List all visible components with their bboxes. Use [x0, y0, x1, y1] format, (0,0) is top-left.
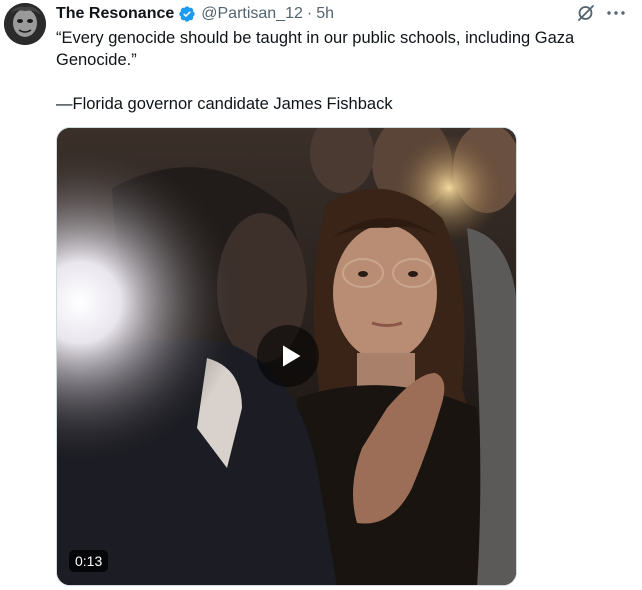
tweet-text: “Every genocide should be taught in our … [56, 27, 616, 115]
video-duration: 0:13 [69, 550, 109, 572]
more-options-icon[interactable] [605, 5, 627, 21]
play-button[interactable] [257, 325, 319, 387]
author-name[interactable]: The Resonance [56, 5, 174, 23]
play-icon [283, 345, 301, 367]
tweet-timestamp[interactable]: 5h [316, 5, 334, 23]
tweet-header: The Resonance @Partisan_12 · 5h [56, 4, 334, 24]
video-player[interactable]: 0:13 [56, 127, 517, 586]
author-avatar[interactable] [4, 3, 46, 45]
verified-badge-icon[interactable] [178, 5, 196, 23]
grok-icon[interactable] [576, 3, 596, 23]
author-handle[interactable]: @Partisan_12 [201, 5, 303, 23]
tweet-attribution: —Florida governor candidate James Fishba… [56, 95, 393, 113]
tweet-quote: “Every genocide should be taught in our … [56, 29, 575, 69]
separator-dot: · [306, 5, 313, 22]
